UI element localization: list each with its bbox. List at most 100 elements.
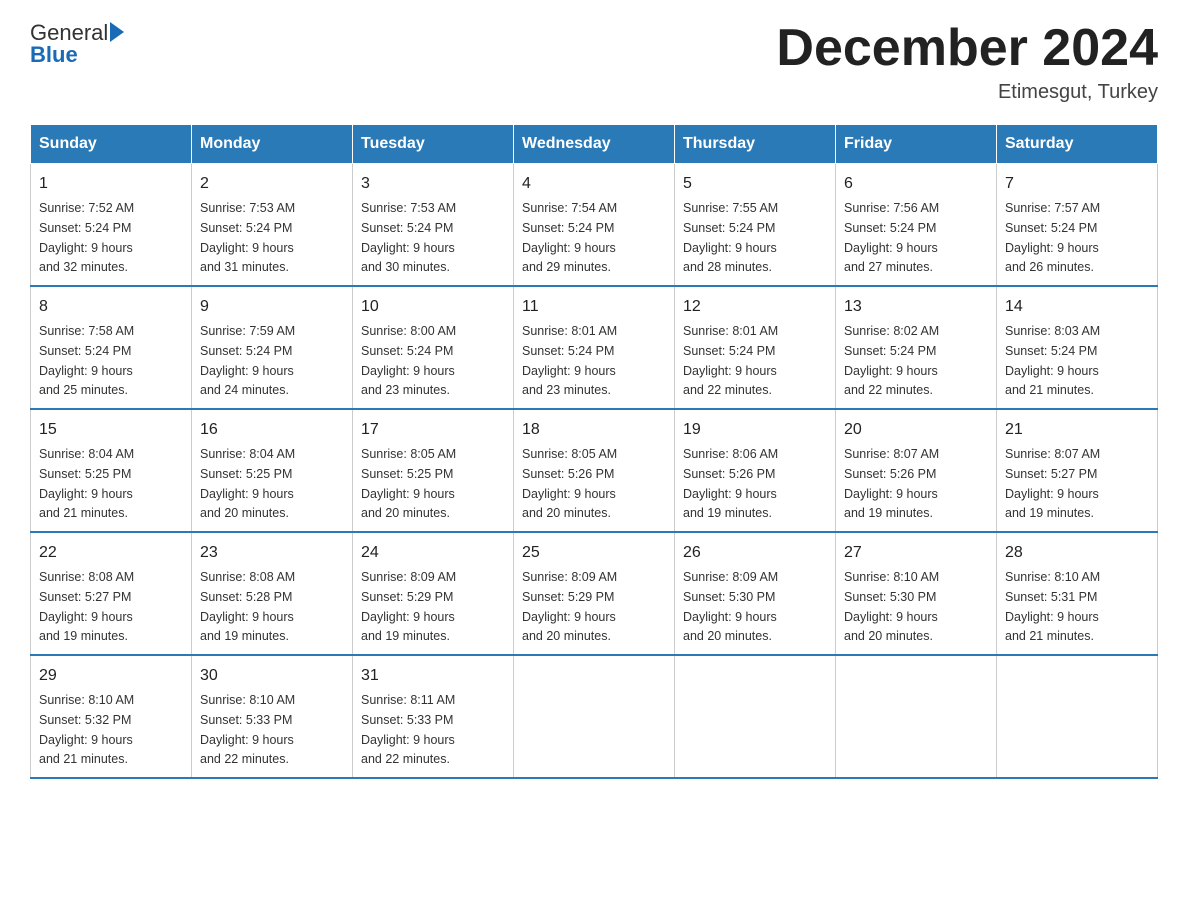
calendar-cell: 16 Sunrise: 8:04 AM Sunset: 5:25 PM Dayl…	[192, 409, 353, 532]
daylight-minutes: and 29 minutes.	[522, 260, 611, 274]
day-number: 29	[39, 664, 183, 688]
day-number: 28	[1005, 541, 1149, 565]
sunset-text: Sunset: 5:25 PM	[200, 467, 292, 481]
daylight-text: Daylight: 9 hours	[844, 610, 938, 624]
day-number: 20	[844, 418, 988, 442]
sunrise-text: Sunrise: 8:05 AM	[361, 447, 456, 461]
daylight-text: Daylight: 9 hours	[683, 364, 777, 378]
day-number: 15	[39, 418, 183, 442]
daylight-text: Daylight: 9 hours	[683, 487, 777, 501]
daylight-minutes: and 32 minutes.	[39, 260, 128, 274]
sunset-text: Sunset: 5:26 PM	[522, 467, 614, 481]
day-number: 1	[39, 172, 183, 196]
day-number: 2	[200, 172, 344, 196]
sunrise-text: Sunrise: 8:09 AM	[522, 570, 617, 584]
calendar-cell: 2 Sunrise: 7:53 AM Sunset: 5:24 PM Dayli…	[192, 164, 353, 287]
daylight-minutes: and 22 minutes.	[200, 752, 289, 766]
calendar-week-row: 1 Sunrise: 7:52 AM Sunset: 5:24 PM Dayli…	[31, 164, 1158, 287]
daylight-text: Daylight: 9 hours	[361, 610, 455, 624]
sunrise-text: Sunrise: 8:01 AM	[522, 324, 617, 338]
daylight-minutes: and 20 minutes.	[361, 506, 450, 520]
daylight-text: Daylight: 9 hours	[522, 241, 616, 255]
day-number: 18	[522, 418, 666, 442]
daylight-minutes: and 19 minutes.	[683, 506, 772, 520]
daylight-text: Daylight: 9 hours	[361, 733, 455, 747]
daylight-text: Daylight: 9 hours	[39, 364, 133, 378]
col-wednesday: Wednesday	[514, 125, 675, 164]
sunset-text: Sunset: 5:24 PM	[683, 344, 775, 358]
day-number: 22	[39, 541, 183, 565]
sunrise-text: Sunrise: 8:04 AM	[39, 447, 134, 461]
calendar-cell: 12 Sunrise: 8:01 AM Sunset: 5:24 PM Dayl…	[675, 286, 836, 409]
col-saturday: Saturday	[997, 125, 1158, 164]
daylight-text: Daylight: 9 hours	[361, 487, 455, 501]
daylight-minutes: and 26 minutes.	[1005, 260, 1094, 274]
calendar-cell: 29 Sunrise: 8:10 AM Sunset: 5:32 PM Dayl…	[31, 655, 192, 778]
daylight-text: Daylight: 9 hours	[200, 487, 294, 501]
daylight-text: Daylight: 9 hours	[844, 364, 938, 378]
sunrise-text: Sunrise: 8:03 AM	[1005, 324, 1100, 338]
calendar-cell	[836, 655, 997, 778]
calendar-cell: 3 Sunrise: 7:53 AM Sunset: 5:24 PM Dayli…	[353, 164, 514, 287]
sunset-text: Sunset: 5:33 PM	[361, 713, 453, 727]
daylight-minutes: and 23 minutes.	[522, 383, 611, 397]
day-number: 6	[844, 172, 988, 196]
sunrise-text: Sunrise: 7:52 AM	[39, 201, 134, 215]
location-subtitle: Etimesgut, Turkey	[776, 81, 1158, 104]
sunset-text: Sunset: 5:26 PM	[683, 467, 775, 481]
calendar-cell: 19 Sunrise: 8:06 AM Sunset: 5:26 PM Dayl…	[675, 409, 836, 532]
sunrise-text: Sunrise: 8:10 AM	[1005, 570, 1100, 584]
sunrise-text: Sunrise: 8:02 AM	[844, 324, 939, 338]
day-number: 27	[844, 541, 988, 565]
calendar-cell: 4 Sunrise: 7:54 AM Sunset: 5:24 PM Dayli…	[514, 164, 675, 287]
sunset-text: Sunset: 5:24 PM	[522, 221, 614, 235]
sunset-text: Sunset: 5:28 PM	[200, 590, 292, 604]
daylight-minutes: and 19 minutes.	[200, 629, 289, 643]
daylight-minutes: and 30 minutes.	[361, 260, 450, 274]
calendar-body: 1 Sunrise: 7:52 AM Sunset: 5:24 PM Dayli…	[31, 164, 1158, 779]
calendar-cell: 15 Sunrise: 8:04 AM Sunset: 5:25 PM Dayl…	[31, 409, 192, 532]
calendar-cell: 22 Sunrise: 8:08 AM Sunset: 5:27 PM Dayl…	[31, 532, 192, 655]
calendar-week-row: 8 Sunrise: 7:58 AM Sunset: 5:24 PM Dayli…	[31, 286, 1158, 409]
sunset-text: Sunset: 5:27 PM	[39, 590, 131, 604]
sunrise-text: Sunrise: 8:04 AM	[200, 447, 295, 461]
daylight-text: Daylight: 9 hours	[1005, 364, 1099, 378]
calendar-week-row: 22 Sunrise: 8:08 AM Sunset: 5:27 PM Dayl…	[31, 532, 1158, 655]
calendar-cell: 10 Sunrise: 8:00 AM Sunset: 5:24 PM Dayl…	[353, 286, 514, 409]
daylight-text: Daylight: 9 hours	[361, 241, 455, 255]
calendar-cell: 9 Sunrise: 7:59 AM Sunset: 5:24 PM Dayli…	[192, 286, 353, 409]
sunset-text: Sunset: 5:24 PM	[39, 344, 131, 358]
col-tuesday: Tuesday	[353, 125, 514, 164]
day-number: 17	[361, 418, 505, 442]
sunrise-text: Sunrise: 8:01 AM	[683, 324, 778, 338]
sunrise-text: Sunrise: 8:10 AM	[39, 693, 134, 707]
calendar-cell: 26 Sunrise: 8:09 AM Sunset: 5:30 PM Dayl…	[675, 532, 836, 655]
sunset-text: Sunset: 5:29 PM	[522, 590, 614, 604]
sunrise-text: Sunrise: 8:08 AM	[200, 570, 295, 584]
logo-arrow-icon	[110, 22, 124, 42]
sunrise-text: Sunrise: 7:57 AM	[1005, 201, 1100, 215]
calendar-cell: 5 Sunrise: 7:55 AM Sunset: 5:24 PM Dayli…	[675, 164, 836, 287]
calendar-cell	[997, 655, 1158, 778]
calendar-cell	[675, 655, 836, 778]
day-number: 10	[361, 295, 505, 319]
daylight-text: Daylight: 9 hours	[1005, 241, 1099, 255]
daylight-text: Daylight: 9 hours	[39, 241, 133, 255]
sunset-text: Sunset: 5:24 PM	[844, 344, 936, 358]
daylight-text: Daylight: 9 hours	[844, 241, 938, 255]
day-number: 14	[1005, 295, 1149, 319]
calendar-cell: 25 Sunrise: 8:09 AM Sunset: 5:29 PM Dayl…	[514, 532, 675, 655]
sunrise-text: Sunrise: 7:56 AM	[844, 201, 939, 215]
calendar-week-row: 15 Sunrise: 8:04 AM Sunset: 5:25 PM Dayl…	[31, 409, 1158, 532]
daylight-minutes: and 19 minutes.	[1005, 506, 1094, 520]
sunrise-text: Sunrise: 8:07 AM	[844, 447, 939, 461]
daylight-minutes: and 20 minutes.	[683, 629, 772, 643]
day-number: 30	[200, 664, 344, 688]
day-number: 4	[522, 172, 666, 196]
sunrise-text: Sunrise: 8:08 AM	[39, 570, 134, 584]
daylight-minutes: and 31 minutes.	[200, 260, 289, 274]
daylight-text: Daylight: 9 hours	[200, 241, 294, 255]
sunset-text: Sunset: 5:24 PM	[522, 344, 614, 358]
calendar-cell: 27 Sunrise: 8:10 AM Sunset: 5:30 PM Dayl…	[836, 532, 997, 655]
day-number: 12	[683, 295, 827, 319]
